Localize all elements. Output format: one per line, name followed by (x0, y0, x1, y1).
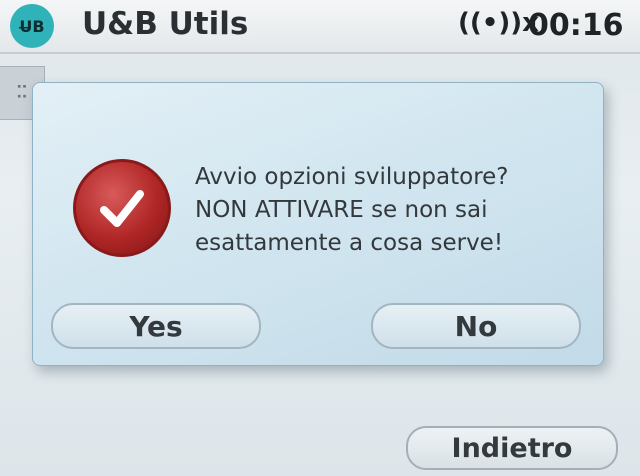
clock: 00:16 (528, 8, 624, 43)
dots-icon: ⠭ (15, 82, 29, 104)
dialog-message: Avvio opzioni sviluppatore? NON ATTIVARE… (195, 161, 595, 260)
status-bar: U̶B U&B Utils ((•))x 00:16 (0, 0, 640, 54)
no-button[interactable]: No (371, 303, 581, 349)
no-signal-icon: ((•))x (458, 8, 539, 38)
app-title: U&B Utils (82, 6, 249, 42)
back-button[interactable]: Indietro (406, 426, 618, 470)
message-line: esattamente a cosa serve! (195, 230, 504, 256)
checkmark-icon (73, 159, 171, 257)
confirm-dialog: Avvio opzioni sviluppatore? NON ATTIVARE… (32, 82, 604, 366)
message-line: Avvio opzioni sviluppatore? (195, 164, 509, 190)
message-line: NON ATTIVARE se non sai (195, 197, 488, 223)
yes-button[interactable]: Yes (51, 303, 261, 349)
app-logo-icon: U̶B (10, 4, 54, 48)
